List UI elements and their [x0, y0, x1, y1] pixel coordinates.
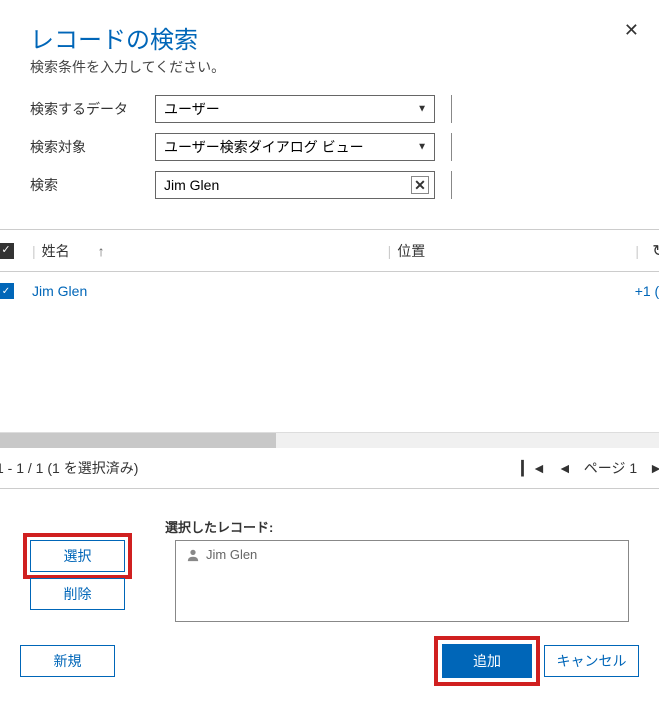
refresh-icon: ↻ [652, 241, 659, 261]
row-name[interactable]: Jim Glen [26, 283, 386, 299]
search-label: 検索 [30, 175, 155, 195]
new-button[interactable]: 新規 [20, 645, 115, 677]
select-button[interactable]: 選択 [30, 540, 125, 572]
row-checkbox[interactable]: ✓ [0, 283, 14, 299]
table-header: ✓ | 姓名 ↑ | 位置 | ↻ [0, 230, 659, 272]
horizontal-scrollbar[interactable]: ◄ ► [0, 432, 659, 448]
pager-info: 1 - 1 / 1 (1 を選択済み) [0, 458, 138, 478]
search-data-select[interactable]: ユーザー [155, 95, 435, 123]
divider [451, 133, 452, 161]
check-icon: ✓ [2, 286, 10, 297]
clear-search-icon[interactable]: ✕ [411, 176, 429, 194]
column-position-header[interactable]: 位置 [397, 241, 425, 261]
search-data-label: 検索するデータ [30, 99, 155, 119]
select-all-checkbox[interactable]: ✓ [0, 243, 14, 259]
add-button[interactable]: 追加 [442, 644, 532, 678]
next-page-button[interactable]: ► [649, 460, 659, 476]
close-button[interactable]: ✕ [624, 20, 639, 41]
cancel-button[interactable]: キャンセル [544, 645, 639, 677]
divider [451, 95, 452, 123]
selected-records-label: 選択したレコード: [165, 517, 629, 536]
search-target-label: 検索対象 [30, 137, 155, 157]
refresh-button[interactable]: ↻ [645, 237, 659, 265]
first-page-button[interactable]: ▎◄ [521, 460, 546, 477]
page-label: ページ 1 [584, 458, 637, 478]
scroll-thumb[interactable] [0, 433, 276, 448]
search-input[interactable] [155, 171, 435, 199]
row-position: +1 (4 [386, 283, 659, 299]
column-name-header[interactable]: 姓名 [42, 241, 70, 261]
selected-item[interactable]: Jim Glen [186, 547, 618, 562]
dialog-title: レコードの検索 [30, 20, 629, 55]
selected-item-name: Jim Glen [206, 547, 257, 562]
person-icon [186, 548, 200, 562]
divider [451, 171, 452, 199]
remove-button[interactable]: 削除 [30, 578, 125, 610]
column-divider: | [635, 243, 639, 259]
dialog-subtitle: 検索条件を入力してください。 [30, 57, 629, 77]
column-divider: | [388, 243, 392, 259]
search-target-select[interactable]: ユーザー検索ダイアログ ビュー [155, 133, 435, 161]
table-row[interactable]: ✓ Jim Glen +1 (4 [0, 272, 659, 310]
column-divider: | [32, 243, 36, 259]
prev-page-button[interactable]: ◄ [558, 460, 572, 476]
check-icon: ✓ [1, 245, 10, 256]
selected-records-box[interactable]: Jim Glen [175, 540, 629, 622]
sort-ascending-icon[interactable]: ↑ [98, 243, 105, 259]
